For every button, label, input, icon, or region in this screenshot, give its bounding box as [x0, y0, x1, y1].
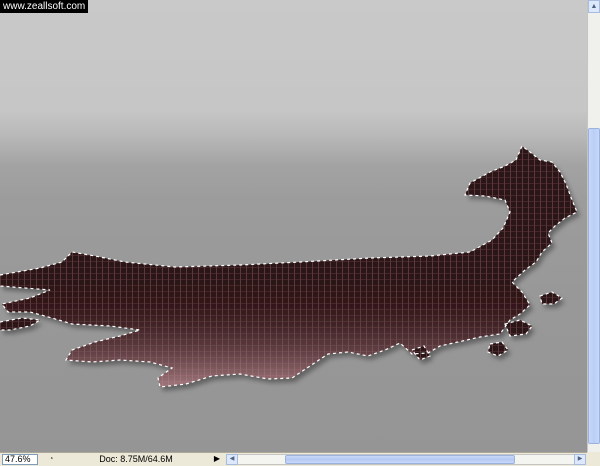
scroll-up-icon[interactable]: ▲: [588, 0, 600, 13]
scroll-right-icon[interactable]: ▶: [574, 454, 586, 465]
vertical-scroll-thumb[interactable]: [588, 128, 600, 444]
doc-size-info: Doc: 8.75M/64.6M: [99, 454, 173, 464]
watermark-label: www.zeallsoft.com: [0, 0, 89, 13]
document-canvas[interactable]: www.zeallsoft.com: [0, 0, 587, 452]
splash-artwork: [0, 145, 578, 388]
vertical-scrollbar[interactable]: ▲: [587, 0, 600, 452]
triangle-right-icon[interactable]: ▶: [212, 454, 222, 465]
splash-shape: [0, 146, 577, 387]
scrollbar-corner: [587, 452, 600, 466]
zoom-field[interactable]: 47.6%: [2, 454, 38, 465]
status-bar: 47.6% ◔ Doc: 8.75M/64.6M ▶ ◀ ▶: [0, 452, 600, 466]
horizontal-scroll-thumb[interactable]: [285, 455, 515, 464]
horizontal-scrollbar[interactable]: ◀ ▶: [226, 454, 586, 465]
scroll-left-icon[interactable]: ◀: [226, 454, 238, 465]
preview-nav-icon[interactable]: ◔: [44, 454, 58, 465]
